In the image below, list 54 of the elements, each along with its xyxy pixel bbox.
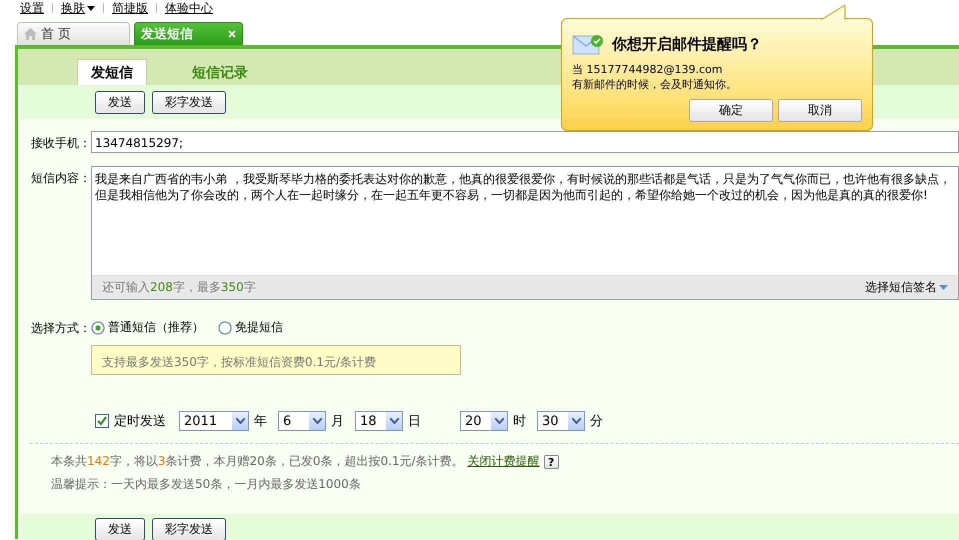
select-field[interactable]: 20 [460,411,508,431]
signature-dropdown[interactable]: 选择短信签名 [865,279,948,296]
top-link[interactable]: 换肤 [61,0,95,16]
field-label: 短信内容： [30,170,91,187]
select-field[interactable]: 6 [278,411,326,431]
phone-input[interactable]: 13474815297; [91,131,959,153]
chevron-down-icon [494,418,504,424]
fee-notice: 本条共142字，将以3条计费，本月赠20条，已发0条，超出按0.1元/条计费。 [51,453,464,470]
field-label: 选择方式： [30,320,91,337]
character-counter: 还可输入208字，最多350字 [102,279,256,296]
section-tab[interactable]: 发短信 [77,59,147,85]
hint-tooltip: 支持最多发送350字，按标准短信资费0.1元/条计费 [91,345,461,375]
select-field[interactable]: 30 [537,411,585,431]
unit-label: 年 [254,413,267,430]
top-link[interactable]: 体验中心 [165,0,213,16]
unit-label: 日 [408,413,421,430]
checkbox[interactable] [95,414,109,428]
field-label: 接收手机： [30,135,91,152]
chevron-down-icon [236,418,244,424]
caret-icon [87,6,95,10]
popup-button[interactable]: 取消 [778,99,862,122]
select-field[interactable]: 2011 [179,411,249,431]
chevron-down-icon [312,418,322,424]
help-button[interactable]: ? [544,454,559,468]
send-button[interactable]: 发送 [95,90,145,114]
mail-icon [572,33,604,55]
unit-label: 时 [513,413,526,430]
popup-title: 你想开启邮件提醒吗？ [612,34,762,54]
send-button[interactable]: 彩字发送 [152,518,226,540]
close-reminder-link[interactable]: 关闭计费提醒 [468,450,540,473]
chevron-down-icon [390,418,398,424]
unit-label: 月 [331,413,344,430]
home-icon [24,28,37,40]
page-tab[interactable]: 首 页 [17,22,130,45]
close-icon[interactable] [228,30,236,38]
popup-text: 当 15177744982@139.com [572,63,724,76]
message-text: 我是来自广西省的韦小弟 ，我受斯琴毕力格的委托表达对你的歉意，他真的很爱很爱你，有时候说的那些话都是气话，只是为了气气你而已，也许他有很多缺点，但是我相信他为了你会改的，两个人在一起时缘分，在一起五年更不容易，一切都是因为他而引起的，希望你给她一个改过的机会，因为他是真的真的很爱你! [94,171,952,204]
radio-button[interactable] [91,320,105,334]
unit-label: 分 [590,413,603,430]
radio-label: 免提短信 [235,319,283,336]
radio-label: 普通短信（推荐） [108,319,204,336]
tip-text: 温馨提示：一天内最多发送50条，一月内最多发送1000条 [51,476,362,493]
chevron-down-icon [572,418,580,424]
send-button[interactable]: 发送 [95,518,145,540]
popup-button[interactable]: 确定 [689,99,773,122]
caret-icon [939,285,948,290]
radio-button[interactable] [218,320,232,334]
select-field[interactable]: 18 [355,411,403,431]
top-link[interactable]: 简捷版 [112,0,148,16]
send-button[interactable]: 彩字发送 [152,90,226,114]
message-textarea[interactable]: 我是来自广西省的韦小弟 ，我受斯琴毕力格的委托表达对你的歉意，他真的很爱很爱你，有时候说的那些话都是气话，只是为了气气你而已，也许他有很多缺点，但是我相信他为了你会改的，两个人在一起时缘分，在一起五年更不容易，一切都是因为他而引起的，希望你给她一个改过的机会，因为他是真的真的很爱你! 还可输入208字，最多350字 选择短信签名 [91,166,959,300]
top-link[interactable]: 设置 [20,0,44,16]
popup-text: 有新邮件的时候，会及时通知你。 [572,78,738,91]
checkbox-label: 定时发送 [114,413,166,430]
